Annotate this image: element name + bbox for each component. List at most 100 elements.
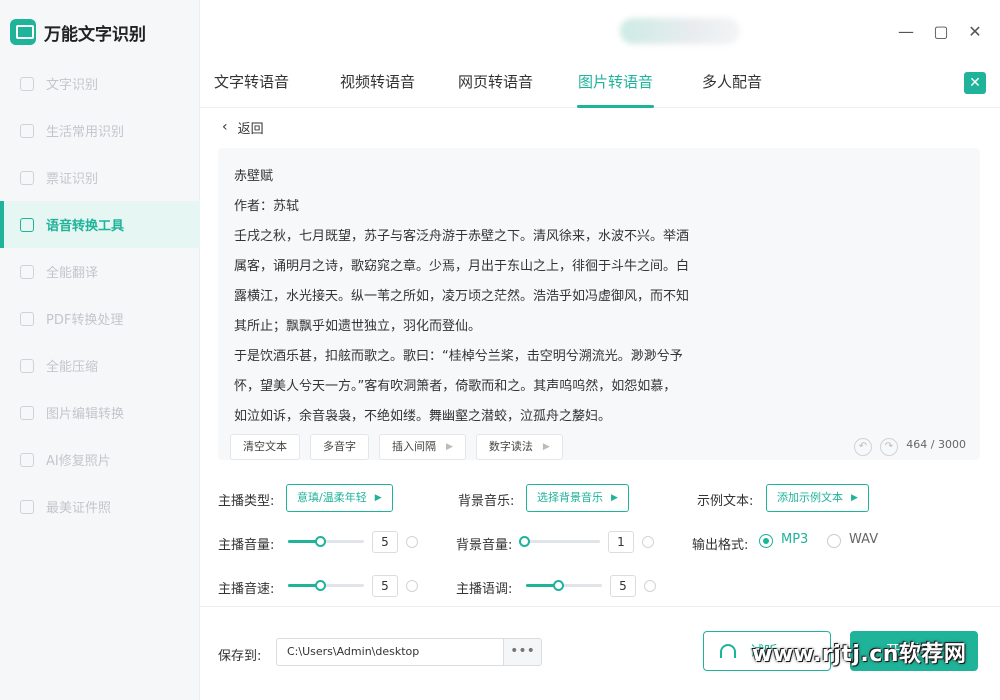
button-label: 清空文本: [243, 440, 287, 453]
sidebar-item-pdf[interactable]: PDF转换处理: [0, 295, 200, 342]
close-tab-icon[interactable]: ✕: [964, 72, 986, 94]
scan-icon: [20, 76, 34, 91]
tab-text-to-speech[interactable]: 文字转语音: [214, 62, 289, 108]
sample-text-button[interactable]: 添加示例文本 ▶: [766, 484, 869, 512]
voice-icon: [20, 217, 34, 232]
tab-video-to-speech[interactable]: 视频转语音: [340, 62, 415, 108]
text-editor[interactable]: 赤壁赋 作者：苏轼 壬戌之秋，七月既望，苏子与客泛舟游于赤壁之下。清风徐来，水波…: [218, 148, 980, 460]
image-icon: [20, 405, 34, 420]
slider-thumb[interactable]: [519, 536, 530, 547]
pdf-icon: [20, 311, 34, 326]
back-button[interactable]: ‹ 返回: [222, 116, 264, 138]
tab-multi-dubbing[interactable]: 多人配音: [702, 62, 762, 108]
button-label: 意瑱/温柔年轻: [297, 491, 367, 504]
chevron-left-icon: ‹: [222, 119, 228, 135]
tab-label: 图片转语音: [578, 73, 654, 91]
caret-right-icon: ▶: [611, 493, 618, 503]
tab-label: 多人配音: [702, 73, 763, 91]
sidebar-item-label: PDF转换处理: [46, 313, 124, 328]
slider-thumb[interactable]: [314, 580, 326, 591]
anchor-volume-slider[interactable]: [288, 534, 364, 548]
anchor-volume-value[interactable]: 5: [372, 531, 398, 553]
anchor-pitch-label: 主播语调:: [456, 582, 513, 597]
anchor-volume-label: 主播音量:: [218, 538, 275, 553]
tab-label: 网页转语音: [458, 73, 534, 91]
bg-volume-label: 背景音量:: [456, 538, 513, 553]
anchor-speed-label: 主播音速:: [218, 582, 275, 597]
button-label: 数字读法: [488, 440, 533, 453]
anchor-pitch-value[interactable]: 5: [610, 575, 636, 597]
app-logo-icon: [10, 19, 36, 45]
radio-mp3[interactable]: [759, 534, 773, 548]
translate-icon: [20, 264, 34, 279]
undo-icon[interactable]: ↶: [854, 438, 872, 456]
user-avatar-blurred[interactable]: [620, 18, 740, 44]
char-counter: 464 / 3000: [906, 438, 966, 451]
editor-line: 如泣如诉，余音袅袅，不绝如缕。舞幽壑之潜蛟，泣孤舟之嫠妇。: [234, 409, 612, 424]
radio-wav[interactable]: [827, 534, 841, 548]
insert-pause-button[interactable]: 插入间隔 ▶: [379, 434, 466, 460]
reset-icon[interactable]: [406, 536, 418, 548]
watermark: www.rjtj.cn软荐网: [752, 642, 967, 667]
anchor-type-button[interactable]: 意瑱/温柔年轻 ▶: [286, 484, 393, 512]
editor-actions: 清空文本 多音字 插入间隔 ▶ 数字读法 ▶: [230, 434, 563, 460]
close-window-icon[interactable]: ✕: [963, 20, 987, 44]
reset-icon[interactable]: [406, 580, 418, 592]
radio-mp3-label[interactable]: MP3: [781, 532, 808, 547]
caret-right-icon: ▶: [446, 442, 453, 452]
editor-line: 其所止；飘飘乎如遗世独立，羽化而登仙。: [234, 319, 482, 334]
number-reading-button[interactable]: 数字读法 ▶: [475, 434, 563, 460]
sidebar-item-label: AI修复照片: [46, 454, 111, 469]
sidebar-item-image-edit[interactable]: 图片编辑转换: [0, 389, 200, 436]
sidebar-item-compress[interactable]: 全能压缩: [0, 342, 200, 389]
output-format-label: 输出格式:: [692, 538, 749, 553]
reset-icon[interactable]: [642, 536, 654, 548]
caret-right-icon: ▶: [542, 442, 550, 452]
editor-content[interactable]: 赤壁赋 作者：苏轼 壬戌之秋，七月既望，苏子与客泛舟游于赤壁之下。清风徐来，水波…: [234, 162, 794, 432]
minimize-icon[interactable]: —: [894, 20, 918, 44]
editor-line: 属客，诵明月之诗，歌窈窕之章。少焉，月出于东山之上，徘徊于斗牛之间。白: [234, 259, 690, 274]
browse-more-button[interactable]: •••: [504, 638, 542, 666]
id-photo-icon: [20, 499, 34, 514]
editor-line: 壬戌之秋，七月既望，苏子与客泛舟游于赤壁之下。清风徐来，水波不兴。举酒: [234, 229, 690, 244]
photo-icon: [20, 452, 34, 467]
sidebar: 万能文字识别 文字识别 生活常用识别 票证识别 语音转换工具 全能翻译 PDF转…: [0, 0, 200, 700]
tab-web-to-speech[interactable]: 网页转语音: [458, 62, 533, 108]
anchor-pitch-slider[interactable]: [526, 578, 602, 592]
anchor-type-label: 主播类型:: [218, 494, 275, 509]
sidebar-item-text-ocr[interactable]: 文字识别: [0, 60, 200, 107]
tab-label: 文字转语音: [214, 73, 290, 91]
sidebar-item-label: 图片编辑转换: [46, 407, 125, 422]
anchor-speed-value[interactable]: 5: [372, 575, 398, 597]
sidebar-item-label: 全能压缩: [46, 360, 99, 375]
save-path-input[interactable]: C:\Users\Admin\desktop: [276, 638, 504, 666]
slider-thumb[interactable]: [552, 580, 564, 591]
anchor-speed-slider[interactable]: [288, 578, 364, 592]
polyphone-button[interactable]: 多音字: [310, 434, 369, 460]
sidebar-item-life-ocr[interactable]: 生活常用识别: [0, 107, 200, 154]
bg-music-button[interactable]: 选择背景音乐 ▶: [526, 484, 629, 512]
bg-volume-slider[interactable]: [519, 534, 600, 548]
back-label: 返回: [237, 121, 264, 137]
slider-thumb[interactable]: [314, 536, 326, 547]
tab-label: 视频转语音: [340, 73, 416, 91]
sidebar-item-ai-photo[interactable]: AI修复照片: [0, 436, 200, 483]
clear-text-button[interactable]: 清空文本: [230, 434, 300, 460]
sidebar-item-label: 票证识别: [46, 172, 99, 187]
reset-icon[interactable]: [644, 580, 656, 592]
maximize-icon[interactable]: ▢: [929, 20, 953, 44]
button-label: 添加示例文本: [777, 491, 843, 504]
sidebar-item-ticket-ocr[interactable]: 票证识别: [0, 154, 200, 201]
editor-line: 作者：苏轼: [234, 199, 300, 214]
sidebar-item-translate[interactable]: 全能翻译: [0, 248, 200, 295]
radio-wav-label[interactable]: WAV: [849, 532, 878, 547]
caret-right-icon: ▶: [374, 493, 382, 503]
tab-image-to-speech[interactable]: 图片转语音: [569, 62, 662, 108]
redo-icon[interactable]: ↷: [880, 438, 898, 456]
sidebar-item-voice-tools[interactable]: 语音转换工具: [0, 201, 200, 248]
bg-volume-value[interactable]: 1: [608, 531, 634, 553]
save-to-label: 保存到:: [218, 649, 262, 664]
editor-line: 怀，望美人兮天一方。”客有吹洞箫者，倚歌而和之。其声呜呜然，如怨如慕，: [234, 379, 677, 394]
editor-line: 赤壁赋: [234, 169, 274, 184]
sidebar-item-id-photo[interactable]: 最美证件照: [0, 483, 200, 530]
